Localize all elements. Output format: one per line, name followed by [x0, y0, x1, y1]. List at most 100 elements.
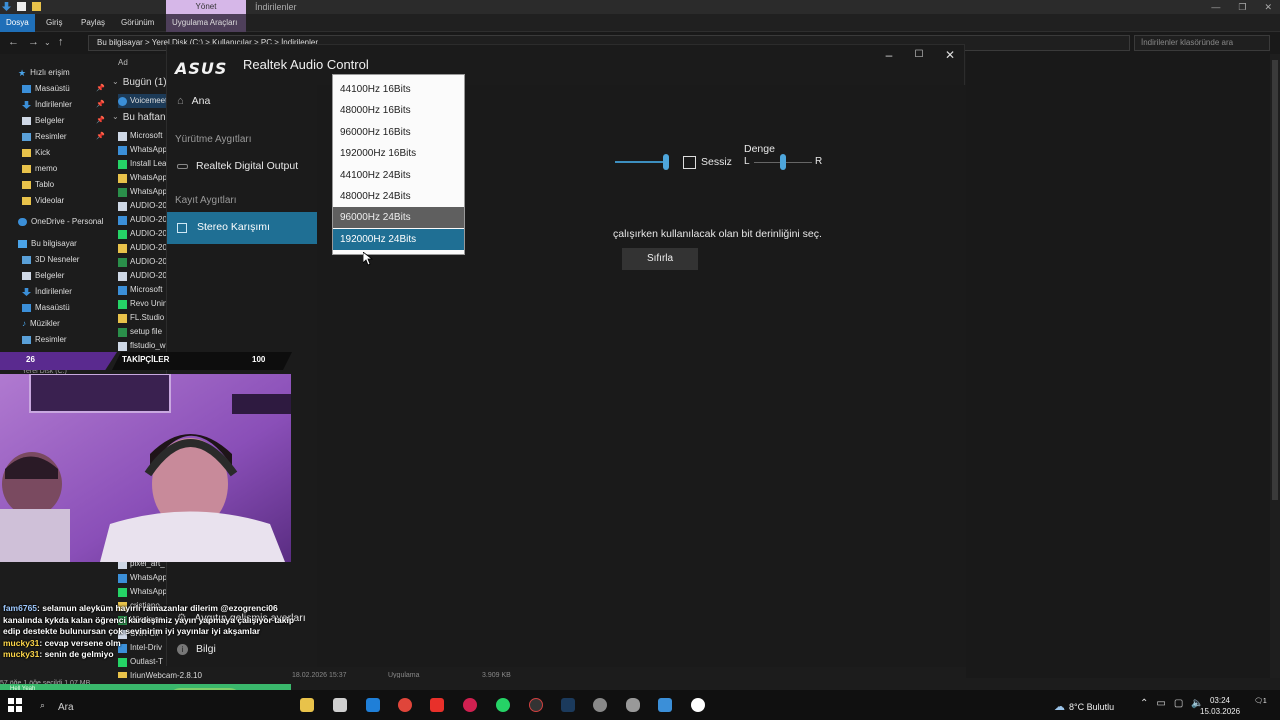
dropdown-option[interactable]: 96000Hz 16Bits	[333, 122, 464, 143]
scrollbar-thumb[interactable]	[1272, 60, 1278, 500]
ribbon-tab-home[interactable]: Giriş	[40, 14, 68, 32]
quick-access-toolbar[interactable]	[2, 2, 41, 11]
music-app-icon[interactable]	[463, 698, 477, 712]
nav-item-videos[interactable]: Videolar	[22, 194, 64, 208]
window-controls[interactable]: — ❐ ✕	[1211, 0, 1272, 14]
mouse-app-icon[interactable]	[626, 698, 640, 712]
file-row[interactable]: AUDIO-20	[118, 255, 166, 269]
nav-pc-pictures[interactable]: Resimler	[22, 333, 67, 347]
file-row[interactable]: Install Lea	[118, 157, 166, 171]
document-icon[interactable]	[17, 2, 26, 11]
file-row[interactable]: Revo Unin	[118, 297, 166, 311]
dropdown-option[interactable]: 96000Hz 24Bits	[333, 207, 464, 229]
steam-icon[interactable]	[561, 698, 575, 712]
file-row[interactable]: WhatsApp	[118, 571, 166, 585]
search-input[interactable]: İndirilenler klasöründe ara	[1134, 35, 1270, 51]
dropdown-option[interactable]: 48000Hz 16Bits	[333, 100, 464, 121]
nav-item-documents[interactable]: Belgeler 📌	[22, 114, 105, 128]
nav-item-pictures[interactable]: Resimler 📌	[22, 130, 105, 144]
nav-pc-desktop[interactable]: Masaüstü	[22, 301, 70, 315]
file-row[interactable]: FL.Studio	[118, 311, 166, 325]
obs-icon[interactable]	[529, 698, 543, 712]
close-icon[interactable]: ✕	[1264, 0, 1272, 14]
whatsapp-icon[interactable]	[496, 698, 510, 712]
file-row[interactable]: WhatsApp	[118, 143, 166, 157]
realtek-app-icon[interactable]	[691, 698, 705, 712]
mute-checkbox[interactable]	[683, 156, 696, 169]
sidebar-item-stereo-mix[interactable]: Stereo Karışımı	[167, 212, 317, 244]
minimize-icon[interactable]: –	[879, 48, 899, 62]
column-header-name[interactable]: Ad	[118, 58, 128, 67]
system-tray[interactable]: ⌃ ▭ ▢ 🔈	[1140, 698, 1204, 709]
mail-icon[interactable]	[366, 698, 380, 712]
youtube-icon[interactable]	[430, 698, 444, 712]
nav-3d-objects[interactable]: 3D Nesneler	[22, 253, 79, 267]
nav-pc-downloads[interactable]: İndirilenler	[22, 285, 72, 299]
nav-item-downloads[interactable]: İndirilenler 📌	[22, 98, 105, 112]
nav-pc-documents[interactable]: Belgeler	[22, 269, 64, 283]
group-today[interactable]: ⌄ Bugün (1)	[112, 77, 167, 88]
chevron-up-icon[interactable]: ⌃	[1140, 698, 1148, 709]
reset-button[interactable]: Sıfırla	[622, 248, 698, 270]
file-row[interactable]: AUDIO-20	[118, 241, 166, 255]
file-row[interactable]: AUDIO-20	[118, 213, 166, 227]
forward-arrow-icon[interactable]: →	[28, 36, 39, 48]
down-arrow-icon[interactable]	[2, 2, 11, 11]
back-arrow-icon[interactable]: ←	[8, 36, 19, 48]
file-row[interactable]: setup file	[118, 325, 166, 339]
nav-quick-access[interactable]: ★ Hızlı erişim	[18, 66, 70, 80]
battery-icon[interactable]: ▢	[1174, 698, 1183, 709]
file-row[interactable]: AUDIO-20	[118, 199, 166, 213]
restore-icon[interactable]: ❐	[1238, 0, 1246, 14]
network-icon[interactable]: ▭	[1156, 698, 1165, 709]
nav-item-desktop[interactable]: Masaüstü 📌	[22, 82, 105, 96]
chrome-icon[interactable]	[398, 698, 412, 712]
file-row[interactable]: Microsoft	[118, 283, 166, 297]
ribbon-tab-share[interactable]: Paylaş	[75, 14, 111, 32]
app-icon[interactable]	[593, 698, 607, 712]
volume-slider-thumb[interactable]	[663, 154, 669, 170]
ribbon-tab-file[interactable]: Dosya	[0, 14, 35, 32]
nav-pc-music[interactable]: ♪ Müzikler	[22, 317, 60, 331]
up-arrow-icon[interactable]: ↑	[58, 36, 64, 48]
minimize-icon[interactable]: —	[1211, 0, 1220, 14]
nav-item-memo[interactable]: memo	[22, 162, 57, 176]
nav-item-kick[interactable]: Kick	[22, 146, 50, 160]
file-explorer-icon[interactable]	[300, 698, 314, 712]
scrollbar[interactable]	[1270, 54, 1280, 684]
ribbon-tab-app-tools[interactable]: Uygulama Araçları	[166, 14, 246, 32]
file-row[interactable]: AUDIO-20	[118, 269, 166, 283]
context-tab-manage[interactable]: Yönet	[166, 0, 246, 14]
close-icon[interactable]: ✕	[940, 48, 960, 62]
dropdown-option[interactable]: 48000Hz 24Bits	[333, 186, 464, 207]
taskbar-weather[interactable]: ☁ 8°C Bulutlu	[1054, 700, 1114, 713]
sidebar-item-home[interactable]: ⌂ Ana	[177, 95, 210, 107]
nav-onedrive[interactable]: OneDrive - Personal	[18, 215, 103, 229]
dropdown-option[interactable]: 192000Hz 16Bits	[333, 143, 464, 164]
chevron-down-icon[interactable]: ⌄	[44, 38, 51, 47]
dropdown-option[interactable]: 44100Hz 24Bits	[333, 165, 464, 186]
windows-start-icon[interactable]	[8, 698, 22, 712]
nav-this-pc[interactable]: Bu bilgisayar	[18, 237, 77, 251]
dropdown-option[interactable]: 192000Hz 24Bits	[333, 228, 464, 250]
group-this-week[interactable]: ⌄ Bu haftanı	[112, 112, 168, 123]
format-dropdown-list[interactable]: 44100Hz 16Bits 48000Hz 16Bits 96000Hz 16Bi…	[332, 74, 465, 255]
file-row[interactable]: flstudio_w	[118, 339, 166, 353]
maximize-icon[interactable]: ☐	[909, 49, 929, 60]
file-row[interactable]: WhatsApp	[118, 585, 166, 599]
folder-icon[interactable]	[32, 2, 41, 11]
file-row[interactable]: AUDIO-20	[118, 227, 166, 241]
file-row[interactable]: WhatsApp	[118, 185, 166, 199]
nav-item-tablo[interactable]: Tablo	[22, 178, 54, 192]
file-row[interactable]: Voicemeeter	[118, 94, 166, 108]
balance-slider-thumb[interactable]	[780, 154, 786, 170]
file-row[interactable]: WhatsApp	[118, 171, 166, 185]
downloads-icon[interactable]	[658, 698, 672, 712]
file-row[interactable]: Microsoft	[118, 129, 166, 143]
notification-icon[interactable]: 🗨1	[1254, 697, 1267, 705]
dropdown-option[interactable]: 44100Hz 16Bits	[333, 79, 464, 100]
sidebar-item-digital-output[interactable]: Realtek Digital Output	[177, 160, 298, 172]
volume-slider-track[interactable]	[615, 161, 667, 163]
taskbar-clock[interactable]: 03:24 15.03.2026	[1200, 695, 1240, 717]
ribbon-tab-view[interactable]: Görünüm	[115, 14, 160, 32]
